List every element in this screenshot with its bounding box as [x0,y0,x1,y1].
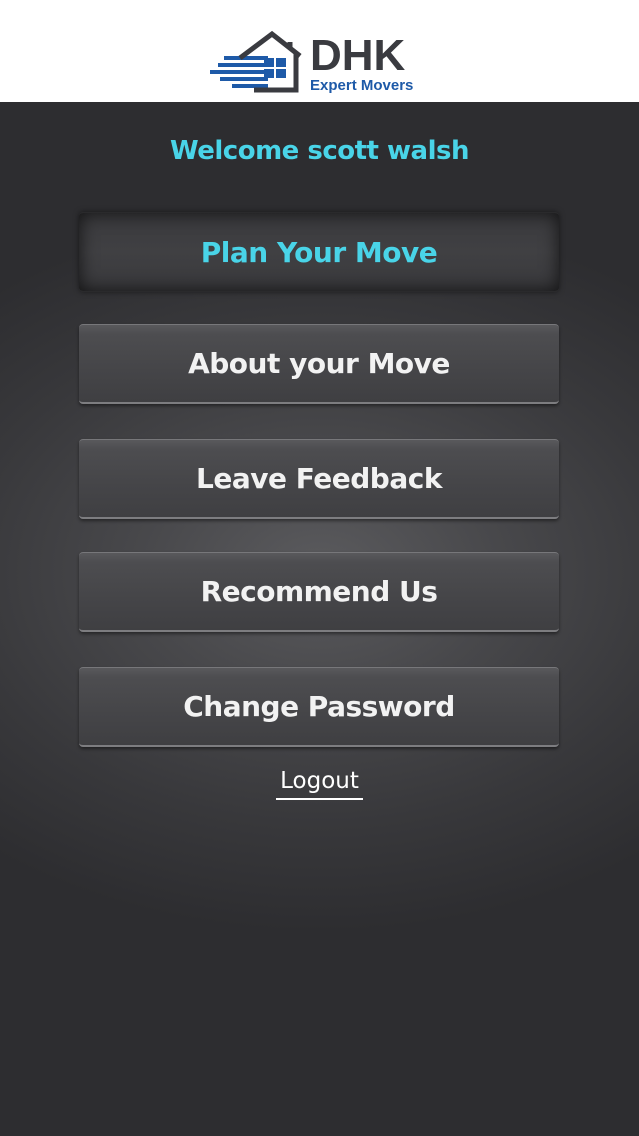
leave-feedback-button[interactable]: Leave Feedback [79,439,559,519]
logout-link[interactable]: Logout [276,768,363,800]
logout-container: Logout [0,768,639,800]
brand-tagline: Expert Movers [310,77,414,94]
app-header: DHK Expert Movers [0,0,639,102]
plan-your-move-button[interactable]: Plan Your Move [79,212,559,292]
about-your-move-button[interactable]: About your Move [79,324,559,404]
house-logo-icon [210,30,302,93]
change-password-button[interactable]: Change Password [79,667,559,747]
brand-logo: DHK Expert Movers [210,28,435,98]
welcome-message: Welcome scott walsh [170,136,469,166]
recommend-us-button[interactable]: Recommend Us [79,552,559,632]
brand-name: DHK [310,31,406,80]
